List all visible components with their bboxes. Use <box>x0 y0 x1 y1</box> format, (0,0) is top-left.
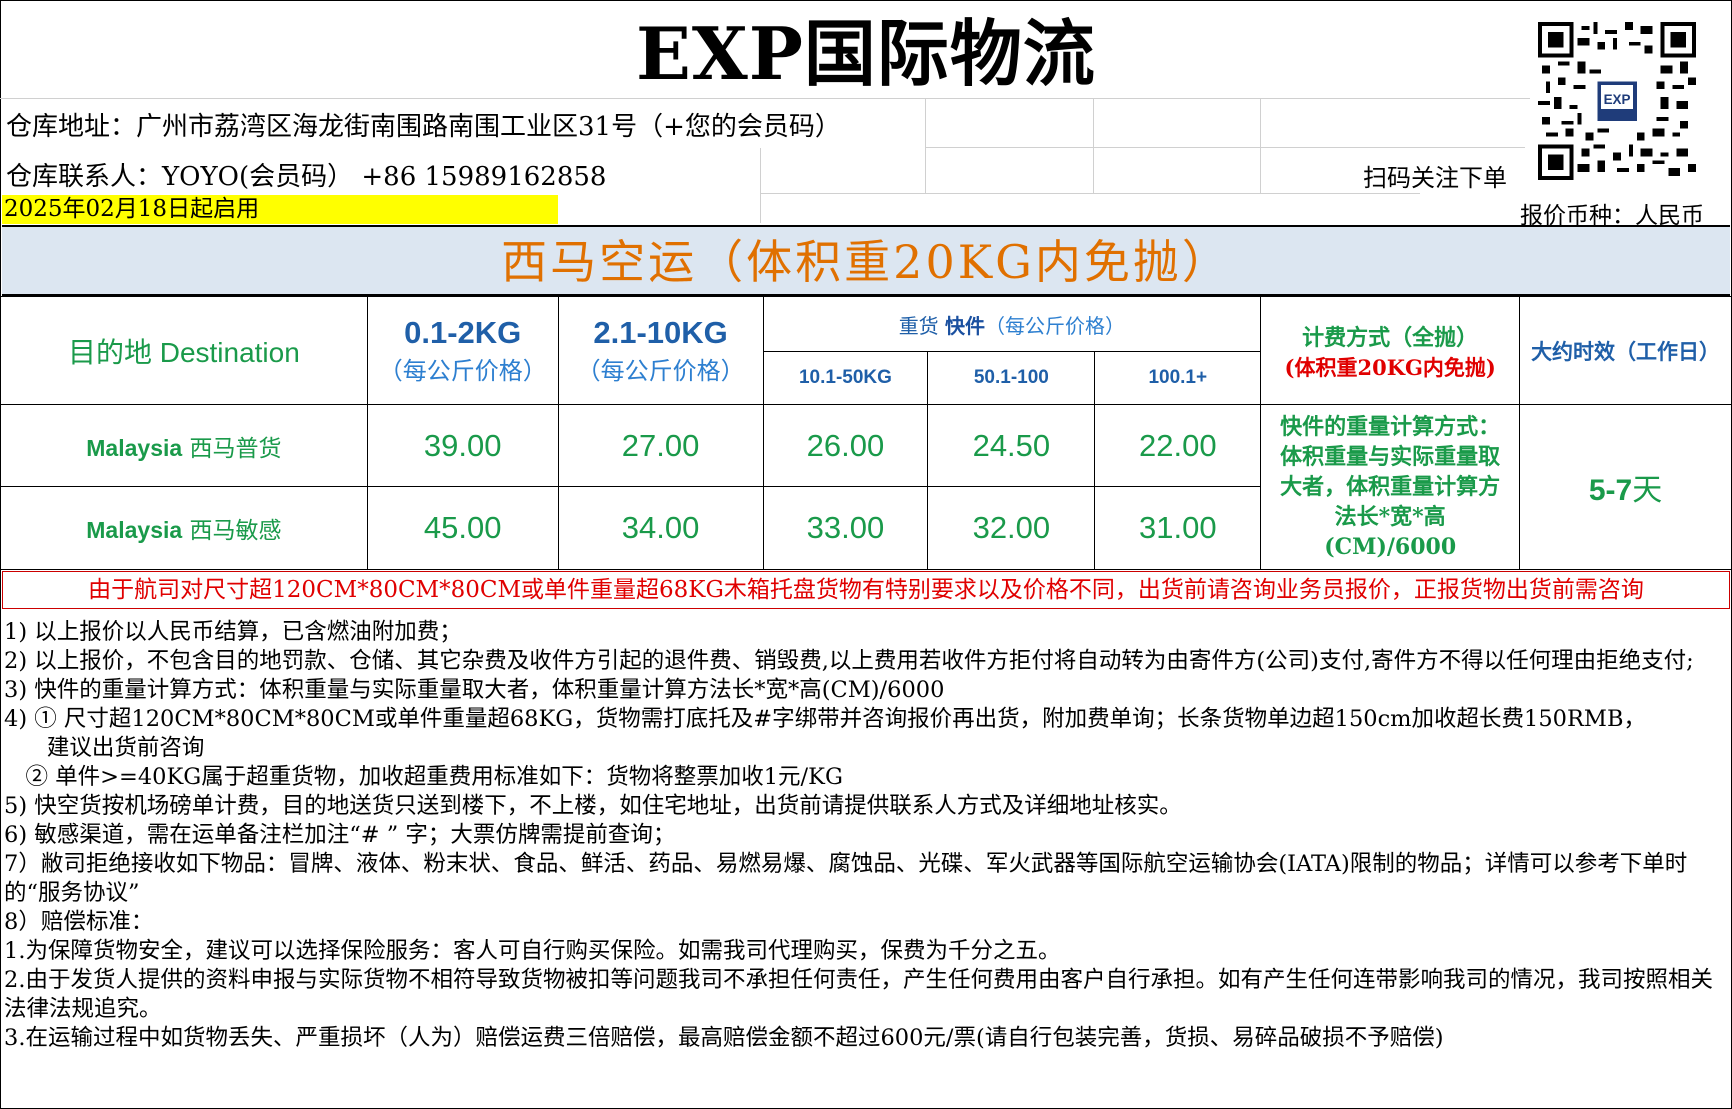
tier-50-100-header: 50.1-100 <box>927 351 1096 405</box>
term-item: 4) ① 尺寸超120CM*80CM*80CM或单件重量超68KG，货物需打底托… <box>4 706 1646 732</box>
oversize-notice: 由于航司对尺寸超120CM*80CM*80CM或单件重量超68KG木箱托盘货物有… <box>2 571 1730 609</box>
qr-logo-text: EXP <box>1604 92 1631 107</box>
term-item: 5) 快空货按机场磅单计费，目的地送货只送到楼下，不上楼，如住宅地址，出货前请提… <box>4 793 1182 819</box>
price-cell: 39.00 <box>366 404 559 487</box>
term-item: 1.为保障货物安全，建议可以选择保险服务：客人可自行购买保险。如需我司代理购买，… <box>4 938 1061 964</box>
term-item: 1) 以上报价以人民币结算，已含燃油附加费； <box>4 619 462 645</box>
term-item: ② 单件>=40KG属于超重货物，加收超重费用标准如下：货物将整票加收1元/KG <box>4 764 843 790</box>
billing-method-cell: 快件的重量计算方式：体积重量与实际重量取大者，体积重量计算方法长*宽*高(CM)… <box>1260 404 1521 570</box>
page-title: EXP国际物流 <box>636 11 1096 96</box>
terms-list: 1) 以上报价以人民币结算，已含燃油附加费； 2) 以上报价，不包含目的地罚款、… <box>4 618 1724 1053</box>
rate-table: 目的地 Destination 0.1-2KG （每公斤价格） 2.1-10KG… <box>0 296 1732 570</box>
destination-cell: Malaysia 西马普货 <box>0 404 368 487</box>
term-item: 3) 快件的重量计算方式：体积重量与实际重量取大者，体积重量计算方法长*宽*高(… <box>4 677 945 703</box>
scan-label: 扫码关注下单 <box>1363 164 1507 192</box>
warehouse-contact: 仓库联系人：YOYO(会员码） +86 15989162858 <box>6 162 607 192</box>
term-item: 6) 敏感渠道，需在运单备注栏加注“# ” 字；大票仿牌需提前查询； <box>4 822 676 848</box>
price-cell: 32.00 <box>927 486 1096 570</box>
term-item: 3.在运输过程中如货物丢失、严重损坏（人为）赔偿运费三倍赔偿，最高赔偿金额不超过… <box>4 1025 1444 1051</box>
price-cell: 24.50 <box>927 404 1096 487</box>
warehouse-address: 仓库地址：广州市荔湾区海龙街南围路南围工业区31号（+您的会员码） <box>6 112 841 142</box>
section-banner: 西马空运（体积重20KG内免抛） <box>2 225 1730 296</box>
tier-2-10-header: 2.1-10KG （每公斤价格） <box>557 296 764 405</box>
heavy-header: 重货 快件（每公斤价格） <box>762 296 1262 352</box>
term-item: 8）赔偿标准： <box>4 909 154 935</box>
tier-100-plus-header: 100.1+ <box>1094 351 1262 405</box>
tier-10-50-header: 10.1-50KG <box>762 351 929 405</box>
billing-header: 计费方式（全抛） (体积重20KG内免抛) <box>1260 296 1521 405</box>
destination-cell: Malaysia 西马敏感 <box>0 486 368 570</box>
term-item: 建议出货前咨询 <box>4 735 205 761</box>
qr-code[interactable]: EXP <box>1537 22 1697 180</box>
price-cell: 45.00 <box>366 486 559 570</box>
effective-date: 2025年02月18日起启用 <box>2 195 558 224</box>
price-cell: 31.00 <box>1094 486 1262 570</box>
term-item: 2) 以上报价，不包含目的地罚款、仓储、其它杂费及收件方引起的退件费、销毁费,以… <box>4 648 1694 674</box>
term-item: 7）敝司拒绝接收如下物品：冒牌、液体、粉末状、食品、鲜活、药品、易燃易爆、腐蚀品… <box>4 851 1688 906</box>
table-row: Malaysia 西马普货 39.00 27.00 26.00 24.50 22… <box>0 404 1732 570</box>
price-cell: 22.00 <box>1094 404 1262 487</box>
price-cell: 34.00 <box>557 486 764 570</box>
transit-header: 大约时效（工作日） <box>1519 296 1732 405</box>
destination-header: 目的地 Destination <box>0 296 368 405</box>
transit-cell: 5-7天 <box>1519 404 1732 570</box>
price-cell: 33.00 <box>762 486 929 570</box>
price-cell: 26.00 <box>762 404 929 487</box>
term-item: 2.由于发货人提供的资料申报与实际货物不相符导致货物被扣等问题我司不承担任何责任… <box>4 967 1713 1022</box>
tier-0-2-header: 0.1-2KG （每公斤价格） <box>366 296 559 405</box>
qr-code-icon: EXP <box>1538 22 1696 180</box>
price-cell: 27.00 <box>557 404 764 487</box>
